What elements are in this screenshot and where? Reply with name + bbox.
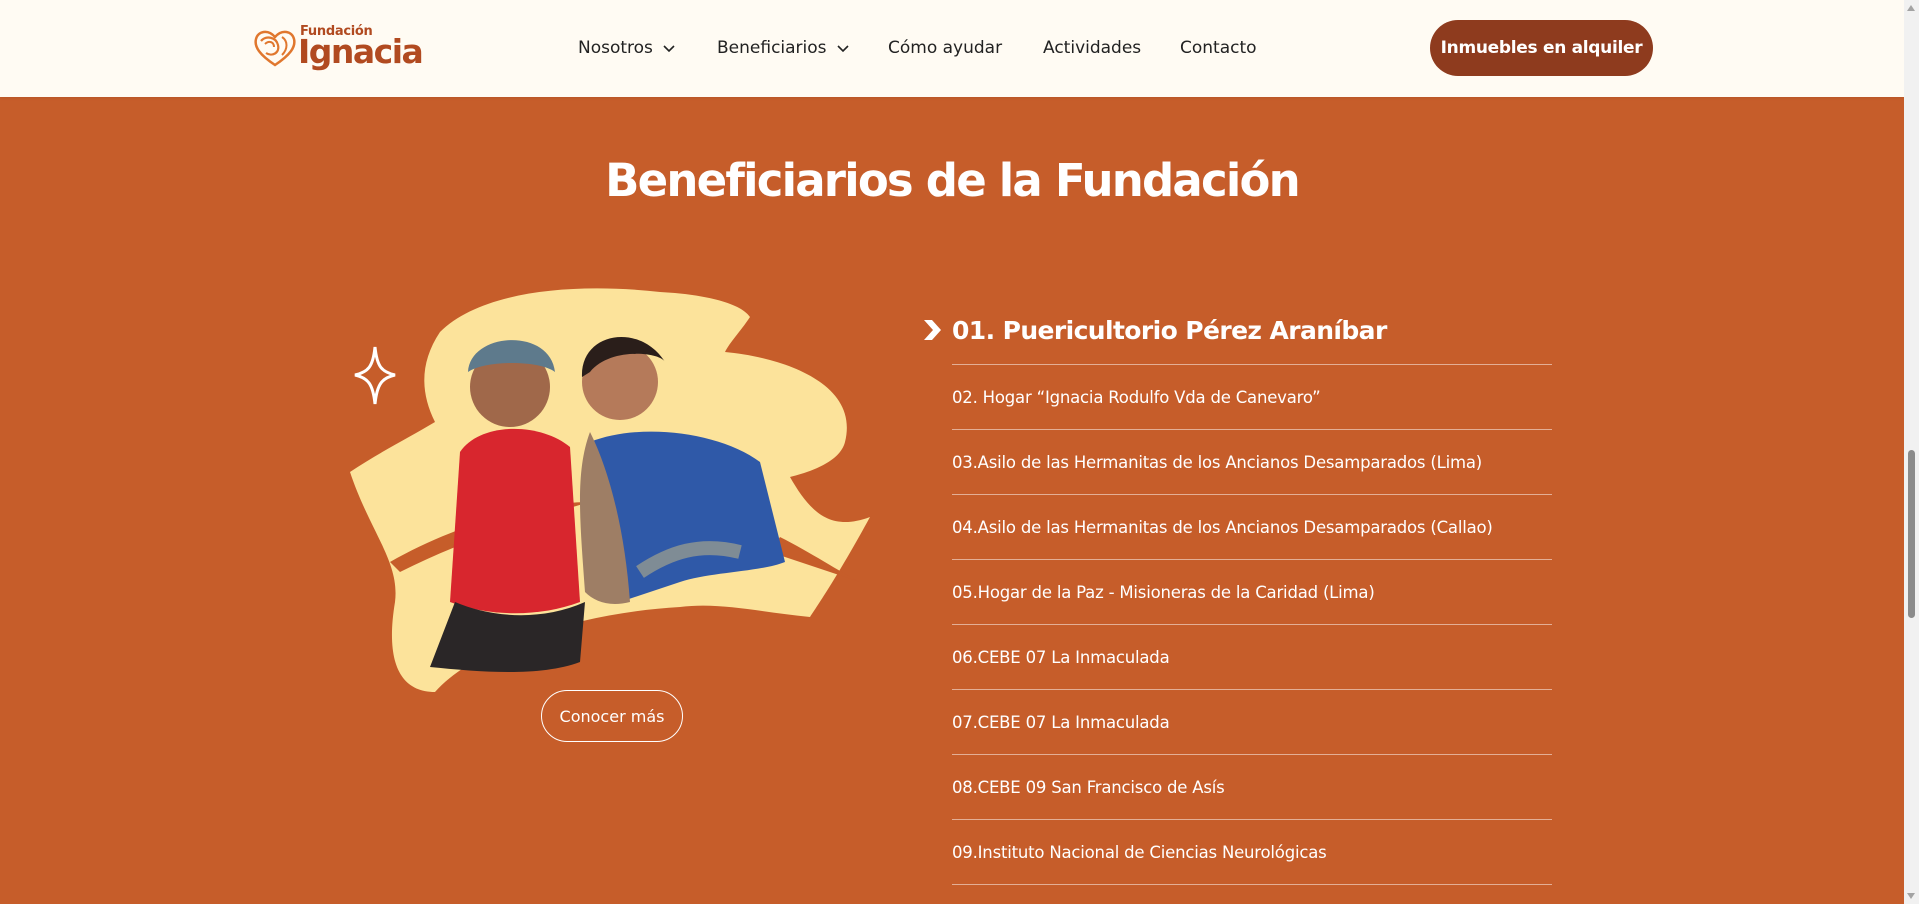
scroll-up-icon[interactable]: [1907, 5, 1915, 11]
list-item[interactable]: 04.Asilo de las Hermanitas de los Ancian…: [952, 495, 1552, 560]
nav-item-contacto[interactable]: Contacto: [1180, 38, 1257, 58]
list-item-label: 08.CEBE 09 San Francisco de Asís: [952, 777, 1225, 797]
list-item[interactable]: 02. Hogar “Ignacia Rodulfo Vda de Caneva…: [952, 365, 1552, 430]
scrollbar-thumb[interactable]: [1908, 450, 1915, 618]
list-item[interactable]: 05.Hogar de la Paz - Misioneras de la Ca…: [952, 560, 1552, 625]
nav-item-nosotros[interactable]: Nosotros: [578, 38, 677, 58]
beneficiaries-image: [350, 288, 870, 692]
nav-item-label: Actividades: [1043, 38, 1142, 58]
list-item-label: 09.Instituto Nacional de Ciencias Neurol…: [952, 842, 1327, 862]
nav-item-label: Beneficiarios: [717, 38, 827, 58]
list-item-label: 06.CEBE 07 La Inmaculada: [952, 647, 1170, 667]
nav-item-label: Contacto: [1180, 38, 1257, 58]
scroll-down-icon[interactable]: [1907, 893, 1915, 899]
rentals-button[interactable]: Inmuebles en alquiler: [1430, 20, 1653, 76]
heart-swirl-icon: [254, 30, 296, 67]
list-item[interactable]: 06.CEBE 07 La Inmaculada: [952, 625, 1552, 690]
logo[interactable]: Fundación Ignacia: [252, 22, 424, 72]
list-item-label: 01. Puericultorio Pérez Araníbar: [952, 315, 1387, 345]
list-item-label: 03.Asilo de las Hermanitas de los Ancian…: [952, 452, 1482, 472]
list-item-label: 04.Asilo de las Hermanitas de los Ancian…: [952, 517, 1493, 537]
sparkle-icon: [354, 346, 396, 405]
list-item-label: 07.CEBE 07 La Inmaculada: [952, 712, 1170, 732]
chevron-down-icon: [663, 45, 675, 53]
logo-title: Ignacia: [298, 32, 424, 71]
nav-item-label: Cómo ayudar: [888, 38, 1003, 58]
beneficiaries-list: 01. Puericultorio Pérez Araníbar 02. Hog…: [924, 296, 1552, 885]
list-item-label: 02. Hogar “Ignacia Rodulfo Vda de Caneva…: [952, 387, 1321, 407]
learn-more-button[interactable]: Conocer más: [541, 690, 683, 742]
list-item[interactable]: 03.Asilo de las Hermanitas de los Ancian…: [952, 430, 1552, 495]
nav-item-beneficiarios[interactable]: Beneficiarios: [717, 38, 851, 58]
nav-item-label: Nosotros: [578, 38, 653, 58]
list-item-active[interactable]: 01. Puericultorio Pérez Araníbar: [924, 296, 1552, 365]
list-item[interactable]: 07.CEBE 07 La Inmaculada: [952, 690, 1552, 755]
list-item-label: 05.Hogar de la Paz - Misioneras de la Ca…: [952, 582, 1375, 602]
list-item[interactable]: 09.Instituto Nacional de Ciencias Neurol…: [952, 820, 1552, 885]
nav-item-actividades[interactable]: Actividades: [1043, 38, 1141, 58]
list-item[interactable]: 08.CEBE 09 San Francisco de Asís: [952, 755, 1552, 820]
chevron-down-icon: [836, 45, 849, 53]
nav-item-como-ayudar[interactable]: Cómo ayudar: [888, 38, 1002, 58]
page-scrollbar[interactable]: [1904, 0, 1919, 904]
site-header: Fundación Ignacia Nosotros Beneficiarios…: [0, 0, 1904, 97]
arrow-right-icon: [924, 320, 941, 340]
section-title: Beneficiarios de la Fundación: [605, 154, 1300, 207]
